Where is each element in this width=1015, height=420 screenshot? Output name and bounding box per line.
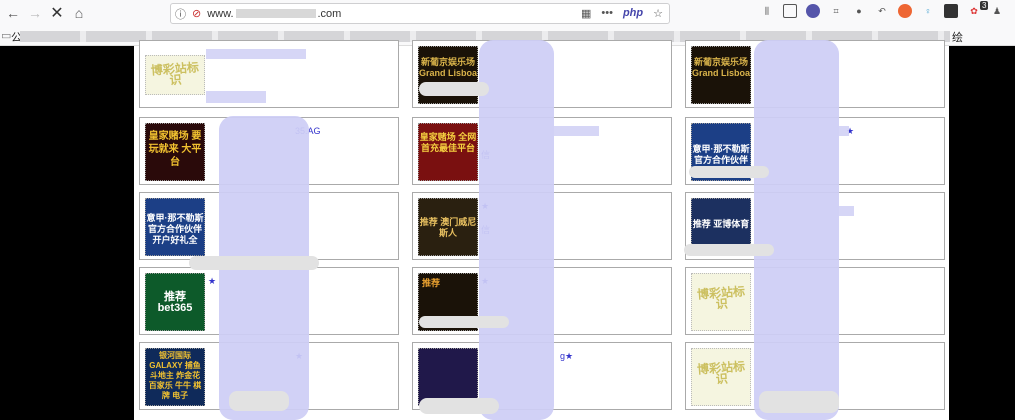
thumb-text: 皇家赌场 要玩就来 大平台 (148, 131, 202, 168)
privacy-blur (189, 256, 319, 270)
extension-badge: 3 (980, 1, 989, 10)
card-thumbnail[interactable]: 博彩站标识 (145, 55, 205, 95)
thumb-text: 博彩站标识 (696, 359, 746, 387)
thumb-text: 推荐 澳门威尼斯人 (419, 217, 477, 238)
privacy-blur (759, 391, 839, 413)
crop-icon[interactable]: ⌗ (829, 4, 843, 18)
thumb-text: 博彩站标识 (696, 284, 746, 312)
undo-icon[interactable]: ↶ (875, 4, 889, 18)
card-thumbnail[interactable]: 推荐 bet365 (145, 273, 205, 331)
privacy-blur (839, 126, 849, 136)
back-icon[interactable]: ← (2, 2, 24, 24)
privacy-blur (229, 391, 289, 411)
page-content: 博彩站标识 新葡京娱乐场 Grand Lisboa 新葡京娱乐场 Grand L… (134, 40, 949, 420)
card-thumbnail[interactable]: 博彩站标识 (691, 273, 751, 331)
thumb-text: 皇家赌场 全网首充最佳平台 (419, 132, 477, 153)
privacy-blur (206, 91, 266, 103)
thumb-text: 新葡京娱乐场 Grand Lisboa (692, 57, 751, 78)
card-thumbnail[interactable]: 皇家赌场 全网首充最佳平台 (418, 123, 478, 181)
thumb-text: 推荐 (422, 278, 441, 288)
card-link[interactable]: g★ (560, 351, 573, 362)
library-icon[interactable]: ⫼ (760, 4, 774, 18)
thumb-text: 推荐 亚博体育 (692, 219, 750, 229)
privacy-blur (554, 126, 599, 136)
privacy-blur (419, 82, 489, 96)
bookmark-star-icon[interactable]: ☆ (653, 7, 663, 20)
stop-icon[interactable]: ✕ (46, 2, 68, 24)
thumb-text: 意甲·那不勒斯 官方合作伙伴 开户好礼全 (146, 213, 204, 245)
location-icon[interactable]: ♀ (921, 4, 935, 18)
user-menu-icon[interactable]: ♟ (990, 4, 1004, 18)
card-star: ★ (208, 276, 217, 286)
puzzle-icon[interactable]: ✿ (967, 4, 981, 18)
card-thumbnail[interactable]: 意甲·那不勒斯 官方合作伙伴 开户好礼全 (145, 198, 205, 256)
thumb-text: 推荐 bet365 (157, 291, 193, 314)
card-thumbnail[interactable]: 银河国际 GALAXY 捕鱼 斗地主 炸金花 百家乐 牛牛 棋牌 电子 (145, 348, 205, 406)
url-bar[interactable]: ⓘ ⊘ www. .com ▦ ••• php ☆ (170, 3, 670, 24)
thumb-text: 新葡京娱乐场 Grand Lisboa (419, 57, 478, 78)
sidebar-icon[interactable] (783, 4, 797, 18)
forward-icon[interactable]: → (24, 2, 46, 24)
info-icon[interactable]: ⓘ (175, 6, 186, 22)
privacy-blur (419, 316, 509, 328)
image-extension-icon[interactable] (944, 4, 958, 18)
bookmark-folder-icon[interactable]: ▭ (1, 29, 11, 42)
privacy-blur (684, 244, 774, 256)
privacy-blur (839, 206, 854, 216)
card-thumbnail[interactable]: 博彩站标识 (691, 348, 751, 406)
qr-code-icon[interactable]: ▦ (581, 7, 591, 20)
privacy-blur (206, 49, 306, 59)
privacy-blur (689, 166, 769, 178)
thumb-text: 银河国际 GALAXY 捕鱼 斗地主 炸金花 百家乐 牛牛 棋牌 电子 (148, 351, 202, 400)
privacy-blur (754, 40, 839, 420)
url-actions: ▦ ••• php ☆ (581, 7, 663, 20)
php-extension-button[interactable]: php (623, 7, 643, 20)
thumb-text: 博彩站标识 (150, 60, 200, 88)
card-thumbnail[interactable]: 推荐 澳门威尼斯人 (418, 198, 478, 256)
privacy-blur (479, 40, 554, 420)
url-blurred-domain (235, 9, 316, 19)
card-thumbnail[interactable]: 皇家赌场 要玩就来 大平台 (145, 123, 205, 181)
tracking-icon[interactable]: ⊘ (192, 7, 201, 20)
bookmark-last[interactable]: 绘 (952, 29, 963, 45)
page-actions-button[interactable]: ••• (601, 7, 613, 20)
chat-icon[interactable]: ● (852, 4, 866, 18)
adblock-icon[interactable] (898, 4, 912, 18)
extension-toolbar: ⫼ ⌗ ● ↶ ♀ ✿ ♟ (760, 4, 1004, 18)
home-icon[interactable]: ⌂ (68, 2, 90, 24)
thumb-text: 意甲·那不勒斯 官方合作伙伴 (692, 144, 750, 165)
privacy-blur (419, 398, 499, 414)
url-prefix: www. (207, 7, 234, 20)
card-thumbnail[interactable]: 新葡京娱乐场 Grand Lisboa (691, 46, 751, 104)
url-text[interactable]: www. .com (207, 8, 341, 20)
url-suffix: .com (317, 7, 342, 20)
account-icon[interactable] (806, 4, 820, 18)
